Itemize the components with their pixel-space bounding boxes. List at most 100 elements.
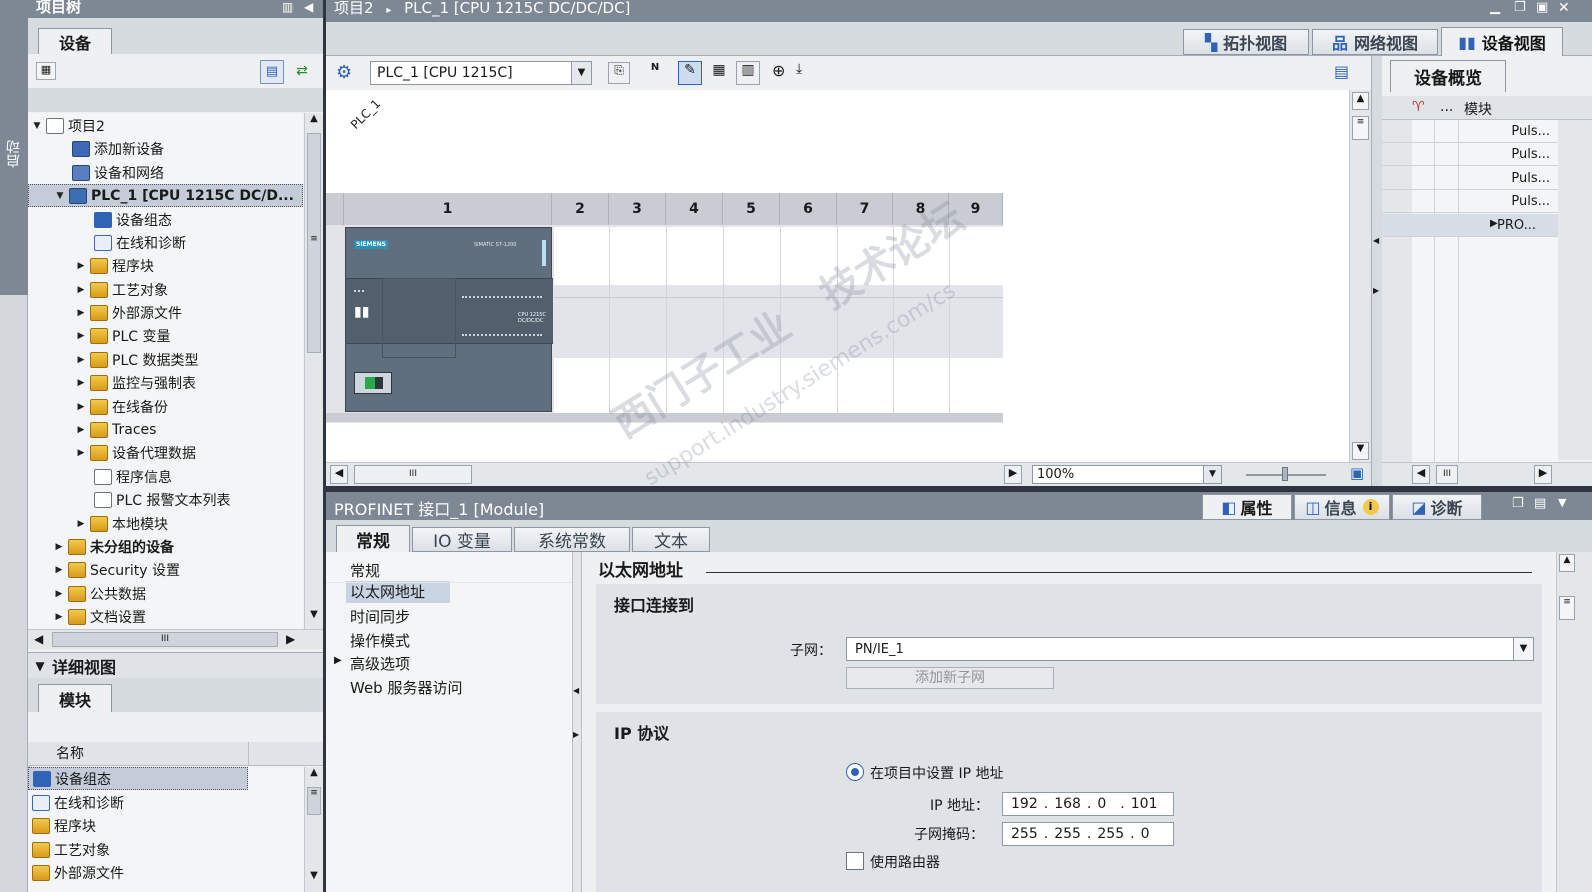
ip-address-field[interactable]: 192. 168. 0. 101 (1002, 792, 1174, 816)
download-icon[interactable]: ⤓ (796, 61, 802, 77)
list-view-icon[interactable]: ▤ (260, 60, 284, 84)
add-subnet-button[interactable]: 添加新子网 (846, 667, 1054, 689)
expand-right-icon[interactable]: ▶ (76, 519, 86, 529)
slot-header[interactable]: 6 (780, 193, 837, 225)
scroll-up-icon[interactable]: ▲ (305, 767, 323, 787)
tree-item-plc-tags[interactable]: ▶ PLC 变量 (76, 324, 303, 347)
tree-item-proxy-data[interactable]: ▶ 设备代理数据 (76, 441, 303, 464)
expand-right-icon[interactable]: ▶ (334, 655, 342, 666)
overview-col-dots[interactable]: ... (1440, 99, 1453, 115)
expand-right-icon[interactable]: ▶ (1373, 286, 1379, 295)
use-router-checkbox[interactable] (846, 852, 864, 870)
expand-right-icon[interactable]: ▶ (76, 261, 86, 271)
subnet-select[interactable]: PN/IE_1 ▼ (846, 637, 1534, 661)
tab-device-view[interactable]: ▮▮ 设备视图 (1441, 27, 1563, 56)
expand-right-icon[interactable]: ▶ (76, 285, 86, 295)
tab-texts[interactable]: 文本 (632, 527, 710, 552)
nav-splitter[interactable]: ◀ ▶ (572, 552, 582, 892)
expand-right-icon[interactable]: ▶ (573, 730, 579, 739)
scroll-thumb[interactable]: III (1436, 465, 1458, 484)
expand-right-icon[interactable]: ▶ (76, 378, 86, 388)
scroll-right-icon[interactable]: ▶ (1004, 465, 1022, 484)
scroll-right-icon[interactable]: ▶ (286, 632, 295, 646)
expand-right-icon[interactable]: ▶ (54, 542, 64, 552)
detail-row[interactable]: 工艺对象 (28, 838, 303, 861)
scroll-right-icon[interactable]: ▶ (1534, 465, 1552, 484)
maximize-icon[interactable]: ▣ (1536, 0, 1548, 16)
slot-header[interactable]: 4 (666, 193, 723, 225)
overview-row[interactable]: Puls... (1382, 120, 1558, 143)
tree-item-devices-networks[interactable]: 设备和网络 (68, 161, 303, 184)
start-tab[interactable]: 启动 (0, 0, 28, 295)
scroll-up-icon[interactable]: ▲ (1559, 554, 1575, 572)
zoom-in-icon[interactable]: ⊕ (772, 61, 785, 80)
grid-icon[interactable]: ▦ (708, 62, 730, 84)
detail-vscrollbar[interactable]: ▲ ≡ ▼ (304, 767, 323, 892)
overview-row[interactable]: Puls... (1382, 143, 1558, 166)
breadcrumb-project[interactable]: 项目2 (334, 0, 374, 17)
content-vscrollbar[interactable]: ▲ ≡ (1556, 552, 1592, 892)
sync-icon[interactable]: ⇄ (290, 60, 314, 84)
tab-properties[interactable]: ◧ 属性 (1202, 494, 1292, 520)
expand-right-icon[interactable]: ▶ (54, 612, 64, 622)
scroll-down-icon[interactable]: ▼ (305, 609, 323, 629)
tree-item-local-modules[interactable]: ▶ 本地模块 (76, 512, 303, 535)
device-canvas[interactable]: PLC_1 1 2 3 4 5 6 7 8 9 SIEMENS SIMATIC … (326, 90, 1349, 462)
scroll-left-icon[interactable]: ◀ (34, 632, 43, 646)
nav-operating-mode[interactable]: 操作模式 (350, 630, 410, 651)
tree-item-watch-tables[interactable]: ▶ 监控与强制表 (76, 371, 303, 394)
tree-item-common-data[interactable]: ▶ 公共数据 (54, 582, 303, 605)
tree-hscrollbar[interactable]: ◀ III ▶ (28, 629, 323, 649)
tab-network-view[interactable]: 品网络视图 (1312, 29, 1438, 55)
nav-time-sync[interactable]: 时间同步 (350, 606, 410, 627)
detail-row[interactable]: 外部源文件 (28, 861, 303, 884)
overview-row-selected[interactable]: PRO... (1382, 214, 1558, 237)
overview-row[interactable]: Puls... (1382, 167, 1558, 190)
zoom-select[interactable]: 100% ▼ (1032, 465, 1222, 484)
tree-item-alarm-texts[interactable]: PLC 报警文本列表 (90, 488, 303, 511)
restore-icon[interactable]: ❐ (1512, 496, 1524, 511)
tab-devices[interactable]: 设备 (38, 28, 112, 54)
tree-item-doc-settings[interactable]: ▶ 文档设置 (54, 605, 303, 628)
collapse-left-icon[interactable]: ◀ (573, 686, 579, 695)
tab-general[interactable]: 常规 (336, 525, 410, 552)
tree-item-plc1[interactable]: ▼ PLC_1 [CPU 1215C DC/D... (28, 184, 303, 208)
tree-item-project[interactable]: ▼ 项目2 (32, 114, 303, 137)
detail-row[interactable]: 程序块 (28, 814, 303, 837)
overview-splitter[interactable]: ◀ ▶ (1371, 56, 1382, 486)
tree-item-security[interactable]: ▶ Security 设置 (54, 558, 303, 581)
minimize-icon[interactable]: ▁ (1490, 0, 1500, 16)
canvas-hscrollbar[interactable]: ◀ III ▶ 100% ▼ ▣ (326, 462, 1378, 486)
tree-item-external-sources[interactable]: ▶ 外部源文件 (76, 301, 303, 324)
nav-advanced-options[interactable]: 高级选项 (350, 653, 410, 674)
scroll-thumb[interactable]: ≡ (307, 133, 321, 353)
collapse-left-icon[interactable]: ◀ (304, 0, 318, 14)
nav-general[interactable]: 常规 (350, 560, 380, 581)
chevron-down-icon[interactable]: ▼ (28, 659, 52, 673)
tab-system-constants[interactable]: 系统常数 (514, 527, 630, 552)
scroll-thumb[interactable]: ≡ (1559, 596, 1575, 620)
slot-header[interactable]: 8 (893, 193, 949, 225)
overview-hscrollbar[interactable]: ◀ III ▶ (1382, 462, 1592, 486)
device-select[interactable]: PLC_1 [CPU 1215C] ▼ (370, 61, 592, 85)
overview-col-module[interactable]: 模块 (1464, 99, 1492, 119)
scroll-left-icon[interactable]: ◀ (1412, 465, 1430, 484)
scroll-down-icon[interactable]: ▼ (305, 870, 323, 890)
detail-col-name[interactable]: 名称 (28, 742, 323, 766)
tab-topology-view[interactable]: ▚ 拓扑视图 (1183, 29, 1309, 55)
scroll-up-icon[interactable]: ▲ (305, 113, 323, 133)
show-overview-icon[interactable]: ▦ (36, 62, 56, 80)
scroll-thumb[interactable]: III (52, 632, 278, 647)
tree-item-ungrouped[interactable]: ▶ 未分组的设备 (54, 535, 303, 558)
close-icon[interactable]: ✕ (1558, 0, 1570, 16)
slot-header[interactable]: 1 (344, 193, 552, 225)
cpu-module[interactable]: SIEMENS SIMATIC S7-1200 ▮▮ CPU 1215C DC/… (345, 227, 553, 412)
zoom-slider-thumb[interactable] (1282, 467, 1288, 481)
expand-down-icon[interactable]: ▼ (55, 191, 65, 201)
expand-right-icon[interactable]: ▶ (76, 448, 86, 458)
slot-header[interactable]: 3 (609, 193, 666, 225)
scroll-left-icon[interactable]: ◀ (330, 465, 348, 484)
profinet-port[interactable] (354, 372, 392, 394)
tree-vscrollbar[interactable]: ▲ ≡ ▼ (304, 113, 323, 629)
tree-item-plc-datatypes[interactable]: ▶ PLC 数据类型 (76, 348, 303, 371)
